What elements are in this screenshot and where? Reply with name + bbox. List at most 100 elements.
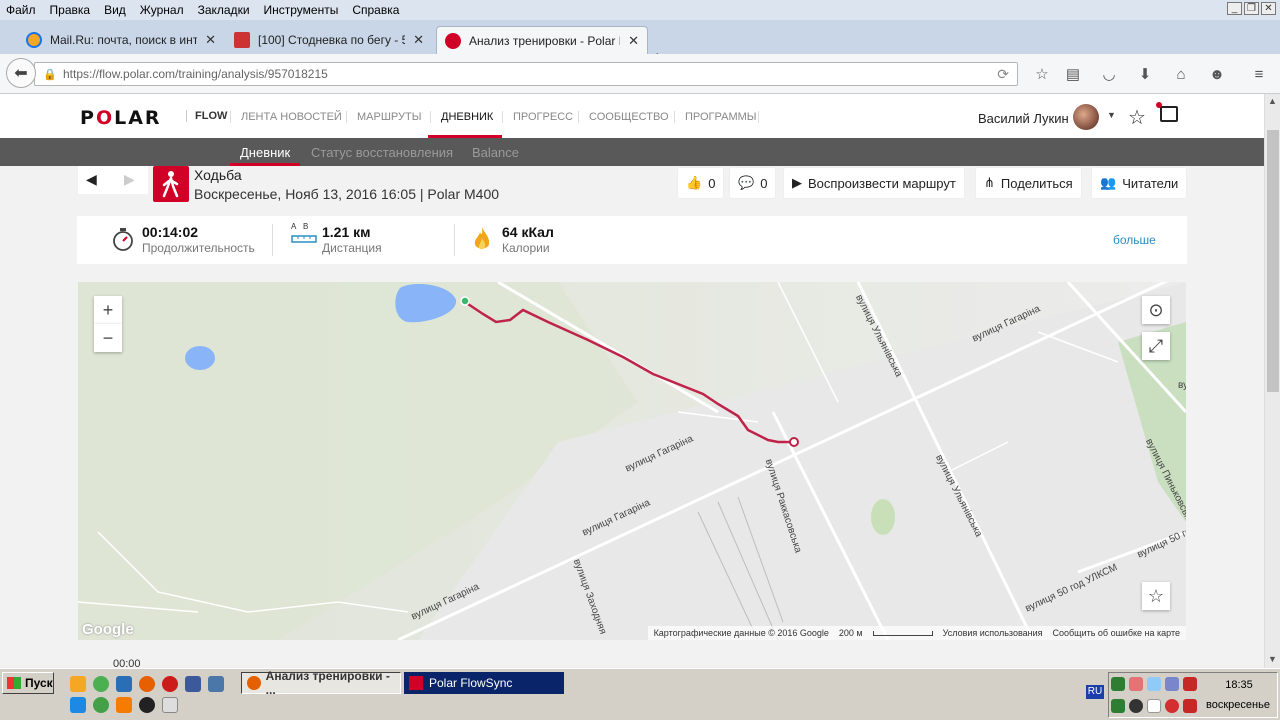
minimize-button[interactable]: _ [1227,2,1242,15]
nav-feed[interactable]: ЛЕНТА НОВОСТЕЙ [230,111,342,123]
app-quicklaunch-icon[interactable] [185,676,201,692]
polar-favicon-icon [445,32,461,49]
ok-quicklaunch-icon[interactable] [116,697,132,713]
media-quicklaunch-icon[interactable] [139,697,155,713]
menu-bookmarks[interactable]: Закладки [192,3,258,17]
distance-a-label: A [291,222,297,231]
report-error-link[interactable]: Сообщить об ошибке на карте [1053,628,1180,638]
tab-recovery-status[interactable]: Статус восстановления [311,145,453,160]
previous-session-icon[interactable]: ◀ [86,171,97,188]
nav-routes[interactable]: МАРШРУТЫ [346,111,421,123]
end-marker-icon [789,437,799,447]
notifications-icon[interactable] [1156,102,1178,122]
tab-diary[interactable]: Дневник [240,145,290,160]
tray-app-icon[interactable] [1165,699,1179,713]
fullscreen-icon[interactable]: ⤢ [1142,332,1170,360]
avatar[interactable] [1073,104,1099,130]
flow-label: FLOW [186,110,227,122]
zoom-in-button[interactable]: + [94,296,122,324]
favorite-route-star-icon[interactable]: ☆ [1142,582,1170,610]
hamburger-menu-icon[interactable]: ≡ [1250,66,1268,84]
firefox-quicklaunch-icon[interactable] [139,676,155,692]
browser-quicklaunch-icon[interactable] [70,676,86,692]
clock-time[interactable]: 18:35 [1204,679,1274,691]
tray-app-icon[interactable] [1165,677,1179,691]
user-name[interactable]: Василий Лукин [978,111,1069,126]
chat-icon[interactable]: ☻ [1208,66,1226,84]
restore-button[interactable]: ❐ [1244,2,1259,15]
chrome-quicklaunch-icon[interactable] [93,676,109,692]
menu-edit[interactable]: Правка [44,3,99,17]
tray-app-icon[interactable] [1147,699,1161,713]
tray-shield-icon[interactable] [1183,677,1197,691]
zoom-out-button[interactable]: − [94,324,122,352]
pocket-icon[interactable]: ◡ [1100,66,1118,84]
start-label: Пуск [25,676,53,690]
back-button[interactable]: ⬅ [6,58,36,88]
terms-link[interactable]: Условия использования [943,628,1043,638]
tray-app-icon[interactable] [1111,699,1125,713]
chevron-down-icon[interactable]: ▼ [1107,110,1116,120]
app-quicklaunch-icon[interactable] [93,697,109,713]
street-label: ву [1178,380,1186,391]
opera-quicklaunch-icon[interactable] [162,676,178,692]
tab-stodnevka[interactable]: [100] Стодневка по бегу - 5... ✕ [226,26,432,54]
page-scrollbar[interactable]: ▲ ▼ [1264,94,1280,668]
play-route-button[interactable]: ▶ Воспроизвести маршрут [784,168,964,198]
scroll-thumb[interactable] [1267,130,1279,392]
locate-icon[interactable]: ⊙ [1142,296,1170,324]
tab-polar-analysis[interactable]: Анализ тренировки - Polar F... ✕ [436,26,648,54]
next-session-icon[interactable]: ▶ [124,171,135,188]
start-button[interactable]: Пуск [2,672,54,694]
navigation-toolbar: 🔒 https://flow.polar.com/training/analys… [0,54,1280,94]
close-window-button[interactable]: ✕ [1261,2,1276,15]
share-button[interactable]: ⋔ Поделиться [976,168,1081,198]
ie-quicklaunch-icon[interactable] [70,697,86,713]
thumbs-up-icon: 👍 [686,175,703,190]
tray-app-icon[interactable] [1111,677,1125,691]
like-button[interactable]: 👍 0 [678,168,724,198]
active-subnav-indicator [230,163,300,166]
tray-app-icon[interactable] [1129,699,1143,713]
close-tab-icon[interactable]: ✕ [628,33,639,49]
vk-quicklaunch-icon[interactable] [208,676,224,692]
app-quicklaunch-icon[interactable] [162,697,178,713]
app-quicklaunch-icon[interactable] [116,676,132,692]
nav-programs[interactable]: ПРОГРАММЫ [674,111,757,123]
menu-view[interactable]: Вид [98,3,134,17]
scroll-up-icon[interactable]: ▲ [1268,96,1277,106]
bookmark-star-icon[interactable]: ☆ [1033,66,1051,84]
home-icon[interactable]: ⌂ [1172,66,1190,84]
nav-community[interactable]: СООБЩЕСТВО [578,111,669,123]
nav-progress[interactable]: ПРОГРЕСС [502,111,573,123]
favorites-star-icon[interactable]: ☆ [1128,105,1146,130]
tray-app-icon[interactable] [1183,699,1197,713]
tab-mailru[interactable]: Mail.Ru: почта, поиск в инт... ✕ [18,26,224,54]
scroll-down-icon[interactable]: ▼ [1268,654,1277,664]
session-pager: ◀ ▶ [78,166,148,194]
menu-help[interactable]: Справка [346,3,407,17]
close-tab-icon[interactable]: ✕ [413,32,424,48]
reload-icon[interactable]: ⟳ [997,66,1009,83]
url-bar[interactable]: 🔒 https://flow.polar.com/training/analys… [34,62,1018,86]
downloads-icon[interactable]: ⬇ [1136,66,1154,84]
more-link[interactable]: больше [1113,233,1156,247]
readers-button[interactable]: 👥 Читатели [1092,168,1187,198]
menu-tools[interactable]: Инструменты [258,3,347,17]
language-indicator[interactable]: RU [1086,685,1104,699]
comment-button[interactable]: 💬 0 [730,168,776,198]
tab-balance[interactable]: Balance [472,145,519,160]
taskbar-item-flowsync[interactable]: Polar FlowSync [404,672,564,694]
tray-app-icon[interactable] [1147,677,1161,691]
reading-list-icon[interactable]: ▤ [1064,66,1082,84]
close-tab-icon[interactable]: ✕ [205,32,216,48]
polar-logo[interactable]: POLAR [80,107,162,129]
nav-diary[interactable]: ДНЕВНИК [430,111,493,123]
menu-history[interactable]: Журнал [134,3,192,17]
tray-app-icon[interactable] [1129,677,1143,691]
walking-sport-icon [153,166,189,202]
route-map[interactable]: вулиця Гагаріна вулиця Гагаріна вулиця Г… [78,282,1186,640]
menu-file[interactable]: Файл [0,3,44,17]
sport-title: Ходьба [194,167,242,183]
taskbar-item-firefox[interactable]: Анализ тренировки - ... [241,669,401,697]
